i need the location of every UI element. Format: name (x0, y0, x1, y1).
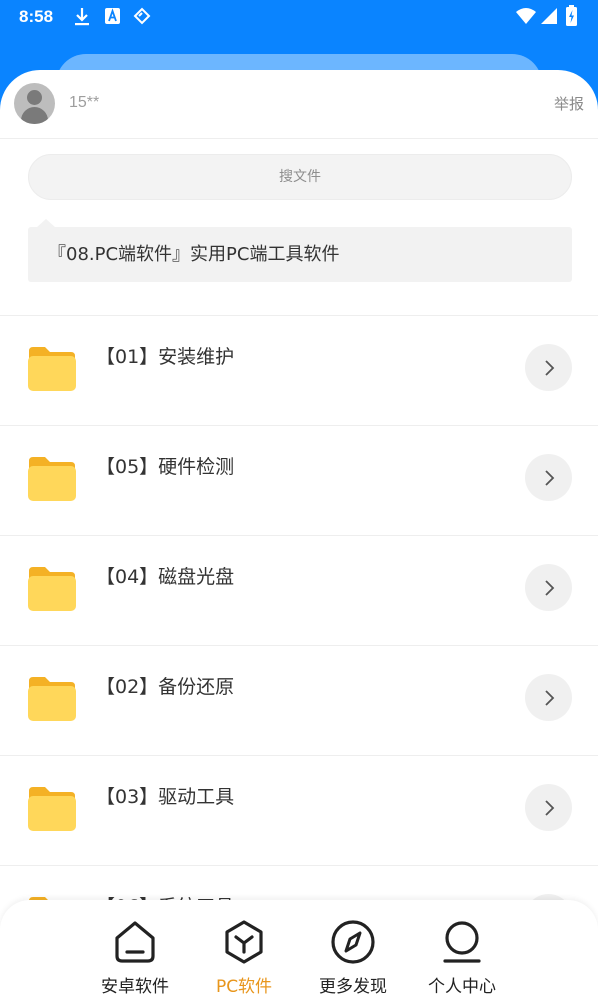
folder-label: 【04】磁盘光盘 (96, 566, 235, 588)
folder-list: 【01】安装维护 【05】硬件检测 【04】磁盘光盘 【02】备份还原 【03】… (0, 316, 598, 976)
download-icon (73, 7, 91, 31)
folder-label: 【01】安装维护 (96, 346, 235, 368)
search-input[interactable]: 搜文件 (28, 154, 572, 200)
folder-list-item[interactable]: 【05】硬件检测 (0, 426, 598, 536)
folder-list-item[interactable]: 【04】磁盘光盘 (0, 536, 598, 646)
compass-icon (331, 920, 375, 964)
folder-label: 【05】硬件检测 (96, 456, 235, 478)
folder-list-item[interactable]: 【03】驱动工具 (0, 756, 598, 866)
signal-icon (540, 7, 558, 29)
folder-icon (27, 455, 76, 505)
tag-icon (133, 7, 151, 29)
avatar[interactable] (14, 83, 55, 124)
status-bar: 8:58 (0, 0, 598, 34)
folder-list-item[interactable]: 【01】安装维护 (0, 316, 598, 426)
open-folder-button[interactable] (525, 564, 572, 611)
nav-label: 更多发现 (319, 977, 387, 997)
pc-software-icon (225, 920, 263, 964)
profile-icon (443, 921, 481, 963)
nav-label: PC软件 (215, 977, 273, 997)
user-name: 15** (69, 94, 100, 111)
nav-pc-software[interactable]: PC软件 (189, 914, 299, 997)
open-folder-button[interactable] (525, 784, 572, 831)
folder-icon (27, 345, 76, 395)
folder-label: 【03】驱动工具 (96, 786, 235, 808)
folder-icon (27, 565, 76, 615)
nav-discover[interactable]: 更多发现 (298, 914, 408, 997)
avatar-body-shape (21, 107, 48, 124)
nav-android-software[interactable]: 安卓软件 (80, 914, 190, 997)
open-folder-button[interactable] (525, 344, 572, 391)
open-folder-button[interactable] (525, 674, 572, 721)
battery-charging-icon (565, 5, 578, 31)
content-card: 15** 举报 搜文件 『08.PC端软件』实用PC端工具软件 【01】安装维护… (0, 70, 598, 998)
folder-icon (27, 785, 76, 835)
report-button[interactable]: 举报 (554, 93, 584, 114)
folder-icon (27, 675, 76, 725)
user-header: 15** 举报 (0, 70, 598, 139)
android-software-icon (115, 921, 155, 963)
open-folder-button[interactable] (525, 454, 572, 501)
nav-profile[interactable]: 个人中心 (407, 914, 517, 997)
nav-label: 个人中心 (428, 977, 496, 997)
folder-description: 『08.PC端软件』实用PC端工具软件 (28, 227, 572, 282)
wifi-icon (516, 7, 536, 29)
avatar-head-shape (27, 90, 42, 105)
bottom-navigation: 安卓软件 PC软件 更多发现 个人中心 (0, 900, 598, 998)
folder-list-item[interactable]: 【02】备份还原 (0, 646, 598, 756)
folder-label: 【02】备份还原 (96, 676, 235, 698)
nav-label: 安卓软件 (101, 977, 169, 997)
app-store-icon (104, 7, 121, 29)
status-time: 8:58 (19, 7, 54, 26)
